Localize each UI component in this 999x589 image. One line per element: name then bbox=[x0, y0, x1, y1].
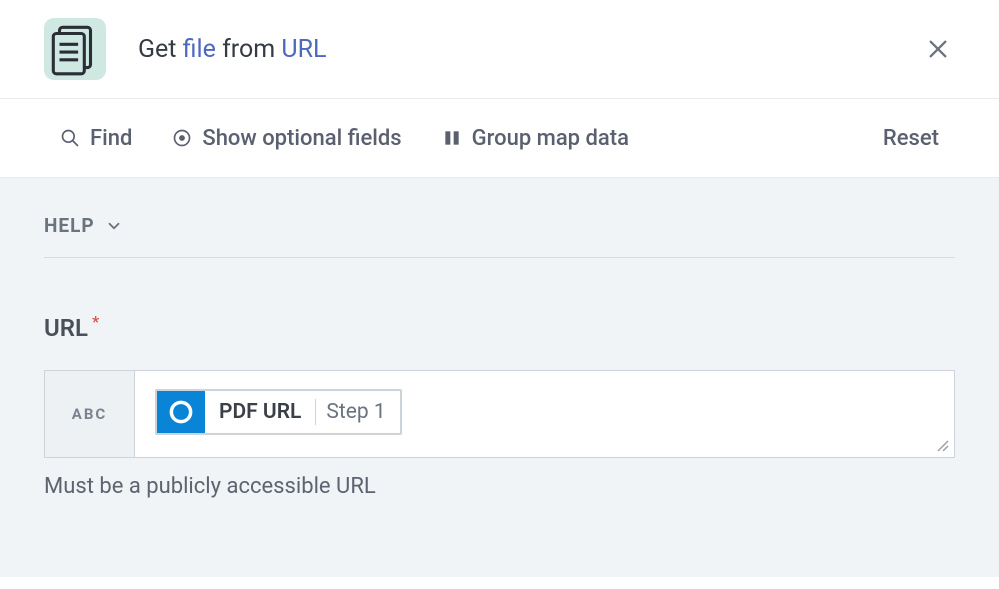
show-optional-label: Show optional fields bbox=[202, 126, 401, 151]
url-field-label: URL * bbox=[44, 314, 955, 342]
eye-icon bbox=[172, 128, 192, 148]
group-map-button[interactable]: Group map data bbox=[442, 126, 629, 151]
title-text: Get bbox=[138, 35, 183, 64]
group-icon bbox=[442, 128, 462, 148]
url-help-text: Must be a publicly accessible URL bbox=[44, 474, 955, 499]
pill-step: Step 1 bbox=[316, 391, 399, 433]
reset-button[interactable]: Reset bbox=[883, 126, 939, 151]
title-text: from bbox=[216, 35, 282, 64]
show-optional-button[interactable]: Show optional fields bbox=[172, 126, 401, 151]
dialog-title: Get file from URL bbox=[138, 35, 921, 64]
toolbar: Find Show optional fields Group map data… bbox=[0, 98, 999, 178]
document-icon bbox=[44, 18, 106, 80]
url-input-area[interactable]: PDF URL Step 1 bbox=[135, 371, 954, 457]
dialog-header: Get file from URL bbox=[0, 0, 999, 98]
url-field-block: URL * ABC PDF URL bbox=[44, 314, 955, 499]
url-input-row: ABC PDF URL Step 1 bbox=[44, 370, 955, 458]
pill-pdf-url[interactable]: PDF URL Step 1 bbox=[155, 389, 402, 435]
circle-icon bbox=[167, 398, 195, 426]
find-button[interactable]: Find bbox=[60, 126, 132, 151]
abc-label: ABC bbox=[72, 405, 107, 423]
close-icon bbox=[927, 38, 949, 60]
pill-source-icon bbox=[157, 391, 205, 433]
type-indicator[interactable]: ABC bbox=[45, 371, 135, 457]
title-link-url[interactable]: URL bbox=[281, 35, 326, 64]
main-panel: HELP URL * ABC PDF URL bbox=[0, 178, 999, 577]
chevron-down-icon bbox=[105, 217, 123, 235]
help-label: HELP bbox=[44, 214, 95, 237]
help-toggle[interactable]: HELP bbox=[44, 214, 955, 258]
resize-handle-icon[interactable] bbox=[936, 439, 950, 453]
search-icon bbox=[60, 128, 80, 148]
required-marker: * bbox=[92, 312, 99, 331]
reset-label: Reset bbox=[883, 126, 939, 151]
group-map-label: Group map data bbox=[472, 126, 629, 151]
title-link-file[interactable]: file bbox=[183, 35, 216, 64]
url-label-text: URL bbox=[44, 314, 88, 342]
app-icon bbox=[44, 18, 106, 80]
close-button[interactable] bbox=[921, 32, 955, 66]
find-label: Find bbox=[90, 126, 132, 151]
pill-label: PDF URL bbox=[205, 391, 315, 433]
